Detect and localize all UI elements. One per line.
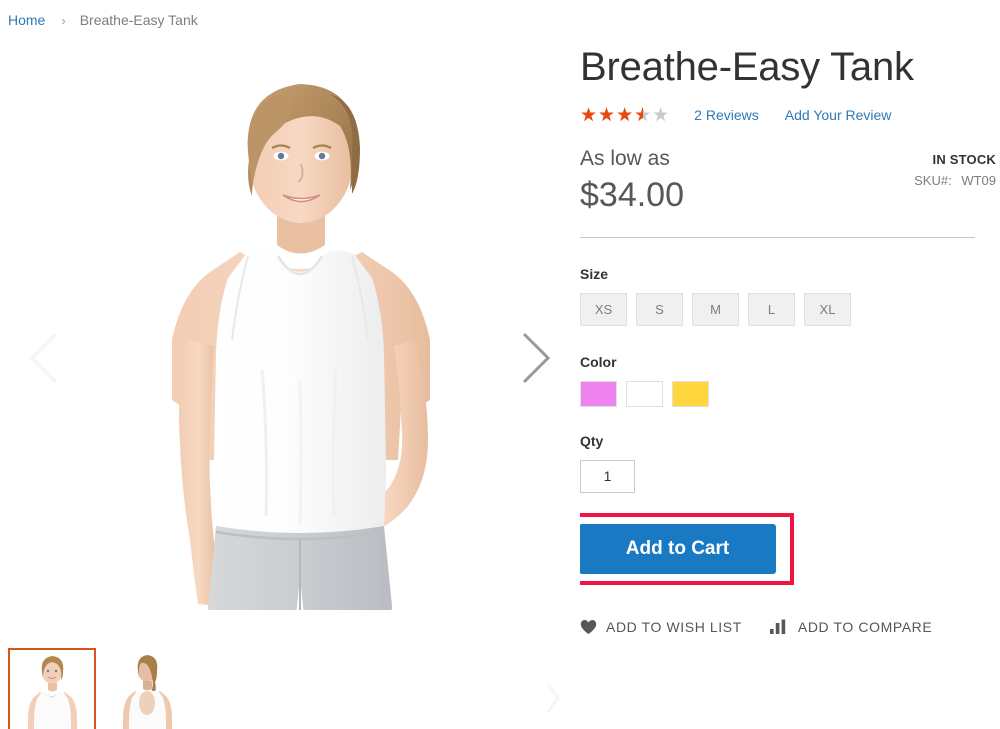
- product-price: $34.00: [580, 176, 684, 215]
- add-to-compare-label: ADD TO COMPARE: [797, 618, 933, 635]
- breadcrumb-current-page: Breathe-Easy Tank: [79, 12, 198, 28]
- color-swatch-list: [580, 380, 996, 407]
- price-block: As low as $34.00 IN STOCK SKU#: WT09: [580, 146, 996, 215]
- rating-row: ★★★★★ ★★★★★ 2 Reviews Add Your Review: [580, 104, 996, 126]
- add-to-cart-button[interactable]: Add to Cart: [579, 523, 776, 574]
- star-rating-filled: ★★★★★: [580, 104, 643, 126]
- gallery-thumbnail-next-arrow-icon[interactable]: [540, 678, 566, 718]
- heart-icon: [580, 619, 597, 635]
- breadcrumb: Home › Breathe-Easy Tank: [0, 0, 1000, 40]
- breadcrumb-separator-icon: ›: [61, 12, 66, 28]
- stock-column: IN STOCK SKU#: WT09: [914, 146, 996, 188]
- size-label: Size: [580, 265, 609, 282]
- size-swatch-xs[interactable]: XS: [580, 292, 627, 326]
- color-option-group: Color: [580, 354, 996, 407]
- price-left: As low as $34.00: [580, 146, 684, 215]
- page-title: Breathe-Easy Tank: [580, 45, 914, 89]
- status-badge: IN STOCK: [932, 152, 996, 167]
- product-gallery: [0, 40, 580, 729]
- size-swatch-l[interactable]: L: [748, 292, 795, 326]
- qty-group: Qty: [580, 433, 996, 493]
- compare-bars-icon: [769, 619, 789, 635]
- add-to-cart-highlight-box: Add to Cart: [561, 512, 794, 585]
- product-main-image[interactable]: [0, 40, 580, 610]
- color-swatch-purple[interactable]: [580, 380, 617, 407]
- info-divider: [580, 236, 975, 238]
- size-swatch-xl[interactable]: XL: [804, 292, 851, 326]
- secondary-actions: ADD TO WISH LIST ADD TO COMPARE: [580, 619, 996, 635]
- add-to-compare-link[interactable]: ADD TO COMPARE: [769, 618, 933, 635]
- gallery-stage[interactable]: [0, 40, 580, 610]
- color-label: Color: [580, 353, 617, 370]
- quantity-input[interactable]: [580, 459, 635, 493]
- sku-row: SKU#: WT09: [914, 173, 996, 188]
- gallery-thumbnail-2[interactable]: [104, 648, 192, 729]
- qty-label: Qty: [580, 432, 604, 449]
- gallery-thumbnail-1[interactable]: [8, 648, 96, 729]
- star-rating[interactable]: ★★★★★ ★★★★★: [580, 104, 670, 126]
- breadcrumb-home-link[interactable]: Home: [8, 12, 45, 28]
- sku-label: SKU#:: [914, 173, 952, 188]
- size-swatch-list: XS S M L XL: [580, 292, 996, 326]
- size-swatch-m[interactable]: M: [692, 292, 739, 326]
- product-page: Breathe-Easy Tank ★★★★★ ★★★★★ 2 Reviews …: [0, 40, 1000, 729]
- add-to-wishlist-label: ADD TO WISH LIST: [606, 618, 742, 635]
- color-swatch-white[interactable]: [626, 380, 663, 407]
- size-option-group: Size XS S M L XL: [580, 266, 996, 326]
- color-swatch-yellow[interactable]: [672, 380, 709, 407]
- reviews-count-link[interactable]: 2 Reviews: [694, 107, 759, 123]
- product-info: Breathe-Easy Tank ★★★★★ ★★★★★ 2 Reviews …: [561, 40, 1000, 635]
- gallery-next-arrow-icon[interactable]: [512, 328, 556, 388]
- add-to-wishlist-link[interactable]: ADD TO WISH LIST: [580, 619, 742, 635]
- price-label: As low as: [580, 147, 670, 170]
- gallery-prev-arrow-icon[interactable]: [24, 328, 68, 388]
- gallery-thumbnail-strip: [8, 648, 192, 729]
- sku-value: WT09: [961, 173, 996, 188]
- add-review-link[interactable]: Add Your Review: [785, 107, 892, 123]
- size-swatch-s[interactable]: S: [636, 292, 683, 326]
